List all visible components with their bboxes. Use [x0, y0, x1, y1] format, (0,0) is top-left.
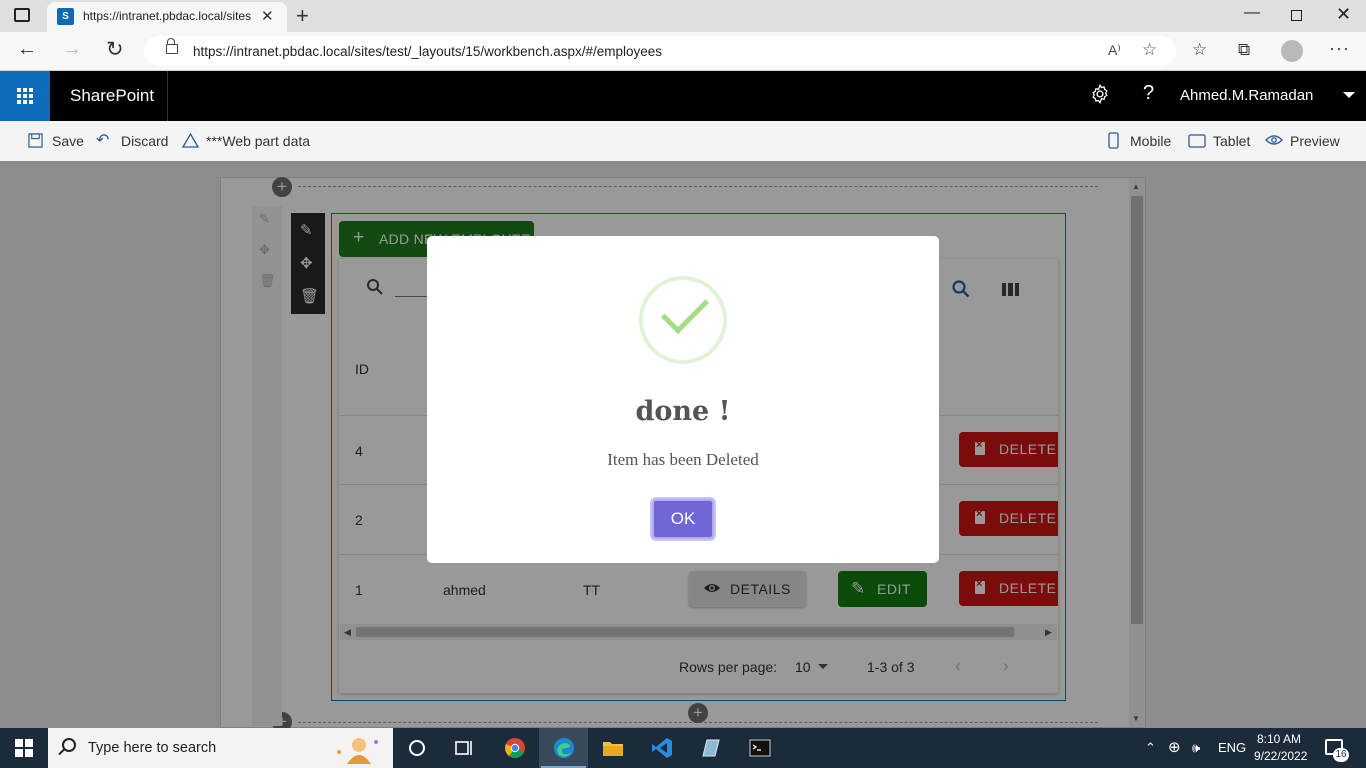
save-button[interactable]: Save	[52, 133, 84, 149]
search-highlight-icon	[337, 738, 378, 764]
tab-title: https://intranet.pbdac.local/sites/test/…	[83, 9, 251, 23]
chrome-icon[interactable]	[503, 736, 527, 760]
url-text[interactable]: https://intranet.pbdac.local/sites/test/…	[193, 44, 662, 59]
restore-icon[interactable]	[1291, 10, 1302, 21]
save-icon	[28, 133, 43, 148]
add-favorite-icon[interactable]: ☆	[1142, 40, 1157, 60]
tablet-icon	[1188, 134, 1206, 148]
webpart-data-button[interactable]: ***Web part data	[206, 133, 310, 149]
help-icon[interactable]: ?	[1143, 82, 1154, 105]
windows-start-icon[interactable]	[15, 739, 33, 757]
preview-button[interactable]: Preview	[1290, 133, 1340, 149]
collections-icon[interactable]: ⧉	[1238, 40, 1250, 60]
discard-button[interactable]: Discard	[121, 133, 168, 149]
dialog-title: done !	[635, 396, 731, 427]
terminal-icon[interactable]	[748, 736, 772, 760]
address-input[interactable]: https://intranet.pbdac.local/sites/test/…	[144, 36, 1176, 66]
notes-app-icon[interactable]	[699, 736, 723, 760]
mobile-icon	[1108, 132, 1119, 149]
favorites-icon[interactable]: ☆	[1192, 40, 1207, 60]
more-menu-icon[interactable]: ···	[1329, 38, 1350, 59]
lock-icon[interactable]	[166, 38, 178, 55]
cortana-icon[interactable]	[405, 736, 429, 760]
command-bar: Save ↶ Discard ***Web part data Mobile T…	[0, 121, 1366, 161]
dialog-message: Item has been Deleted	[607, 450, 759, 469]
show-hidden-icons-chevron-icon[interactable]: ⌃	[1145, 740, 1156, 756]
taskbar-search-input[interactable]: Type here to search	[48, 728, 393, 768]
user-name[interactable]: Ahmed.M.Ramadan	[1180, 87, 1313, 104]
browser-tab[interactable]: S https://intranet.pbdac.local/sites/tes…	[47, 2, 287, 32]
back-arrow-icon[interactable]: ←	[17, 38, 37, 61]
preview-eye-icon	[1265, 135, 1283, 145]
warning-triangle-icon	[182, 133, 199, 148]
read-aloud-icon[interactable]: A⁾	[1108, 42, 1121, 59]
new-tab-icon[interactable]: +	[296, 3, 309, 29]
sharepoint-favicon-icon: S	[57, 8, 74, 25]
task-view-icon[interactable]	[452, 736, 476, 760]
tab-close-icon[interactable]: ✕	[261, 7, 274, 25]
minimize-icon[interactable]: —	[1244, 4, 1260, 22]
window-close-icon[interactable]: ✕	[1336, 4, 1351, 25]
reload-icon[interactable]: ↻	[106, 37, 124, 62]
clock-time: 8:10 AM	[1256, 732, 1302, 746]
address-toolbar: ← → ↻ https://intranet.pbdac.local/sites…	[0, 32, 1366, 71]
language-indicator[interactable]: ENG	[1218, 740, 1246, 755]
edge-icon[interactable]	[552, 736, 576, 760]
divider	[167, 71, 168, 121]
ok-button[interactable]: OK	[652, 499, 714, 539]
app-launcher-button[interactable]	[0, 71, 50, 121]
success-dialog: done ! Item has been Deleted OK	[427, 236, 939, 563]
chevron-down-icon[interactable]	[1343, 92, 1355, 98]
vscode-icon[interactable]	[650, 736, 674, 760]
search-icon	[62, 738, 76, 752]
undo-icon: ↶	[96, 132, 110, 149]
suite-bar: SharePoint ? Ahmed.M.Ramadan	[0, 71, 1366, 121]
waffle-icon	[17, 88, 33, 104]
app-title[interactable]: SharePoint	[70, 86, 154, 106]
browser-tab-bar: S https://intranet.pbdac.local/sites/tes…	[0, 0, 1366, 32]
clock-date: 9/22/2022	[1254, 749, 1308, 763]
system-clock[interactable]: 8:10 AM 9/22/2022	[1254, 731, 1308, 765]
tab-actions-icon[interactable]	[14, 8, 30, 22]
taskbar-search-placeholder: Type here to search	[88, 740, 217, 756]
network-globe-icon[interactable]: ⊕	[1168, 738, 1181, 756]
success-check-icon	[639, 276, 727, 364]
notification-count-badge: 16	[1333, 748, 1349, 762]
tablet-button[interactable]: Tablet	[1213, 133, 1250, 149]
profile-avatar[interactable]	[1281, 40, 1303, 62]
volume-icon[interactable]: 🕪	[1192, 740, 1200, 756]
forward-arrow-icon[interactable]: →	[62, 38, 82, 61]
gear-icon[interactable]	[1089, 83, 1111, 105]
mobile-button[interactable]: Mobile	[1130, 133, 1171, 149]
file-explorer-icon[interactable]	[601, 736, 625, 760]
taskbar: Type here to search ⌃ ⊕ 🕪 ENG 8:10 AM 9/…	[0, 728, 1366, 768]
